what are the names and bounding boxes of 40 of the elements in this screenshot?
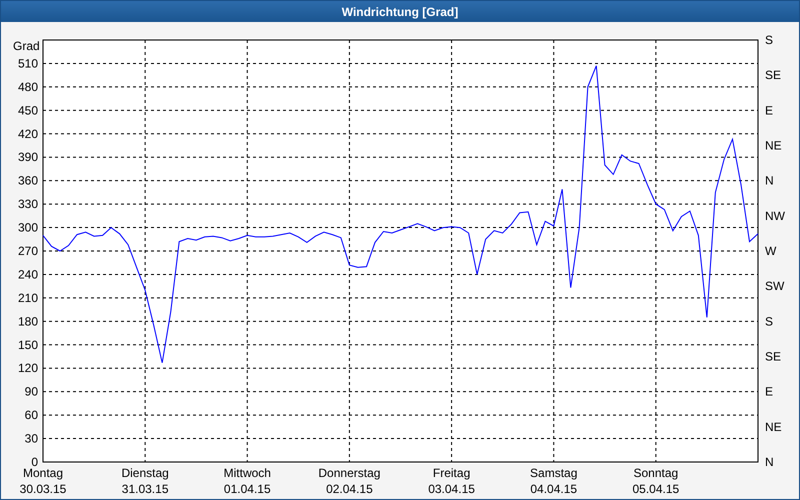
y-tick-label: 270 <box>18 244 38 258</box>
x-tick-label: Dienstag 31.03.15 <box>121 466 169 496</box>
y-tick-label: 510 <box>18 56 38 70</box>
y-tick-label: 330 <box>18 197 38 212</box>
y-tick-label: 90 <box>24 384 38 399</box>
compass-tick-label: W <box>765 244 776 258</box>
y-tick-label: 480 <box>18 80 38 94</box>
compass-tick-label: S <box>765 314 774 328</box>
y-tick-label: 60 <box>24 408 38 422</box>
compass-tick-label: NE <box>765 138 782 152</box>
y-tick-label: 180 <box>18 314 38 328</box>
window-title: Windrichtung [Grad] <box>1 1 799 22</box>
compass-tick-label: E <box>765 384 774 399</box>
y-tick-label: 0 <box>31 455 38 469</box>
y-tick-label: 240 <box>18 267 38 282</box>
x-tick-label: Mittwoch 01.04.15 <box>224 466 271 496</box>
compass-tick-label: S <box>765 33 774 47</box>
compass-tick-label: N <box>765 174 774 188</box>
y-tick-label: 390 <box>18 150 38 164</box>
x-tick-label: Sonntag 05.04.15 <box>632 466 680 496</box>
x-tick-label: Donnerstag 02.04.15 <box>318 466 380 496</box>
x-tick-label: Montag 30.03.15 <box>20 466 66 496</box>
y-tick-label: 450 <box>18 103 38 118</box>
x-tick-label: Samstag 04.04.15 <box>530 466 578 496</box>
y-tick-label: 210 <box>18 290 38 305</box>
compass-tick-label: NE <box>765 420 782 434</box>
x-tick-label: Freitag 03.04.15 <box>428 466 475 496</box>
y-axis-label: Grad <box>13 39 40 53</box>
y-tick-label: 30 <box>24 432 38 446</box>
y-tick-label: 300 <box>18 220 38 235</box>
y-tick-label: 420 <box>18 126 38 141</box>
compass-tick-label: SE <box>765 68 782 82</box>
y-tick-label: 150 <box>18 338 38 352</box>
y-tick-label: 120 <box>18 361 38 376</box>
y-tick-label: 360 <box>18 174 38 188</box>
compass-tick-label: N <box>765 455 774 469</box>
compass-tick-label: NW <box>765 208 785 223</box>
compass-tick-label: SW <box>765 279 784 294</box>
compass-tick-label: E <box>765 103 774 118</box>
compass-tick-label: SE <box>765 350 782 364</box>
